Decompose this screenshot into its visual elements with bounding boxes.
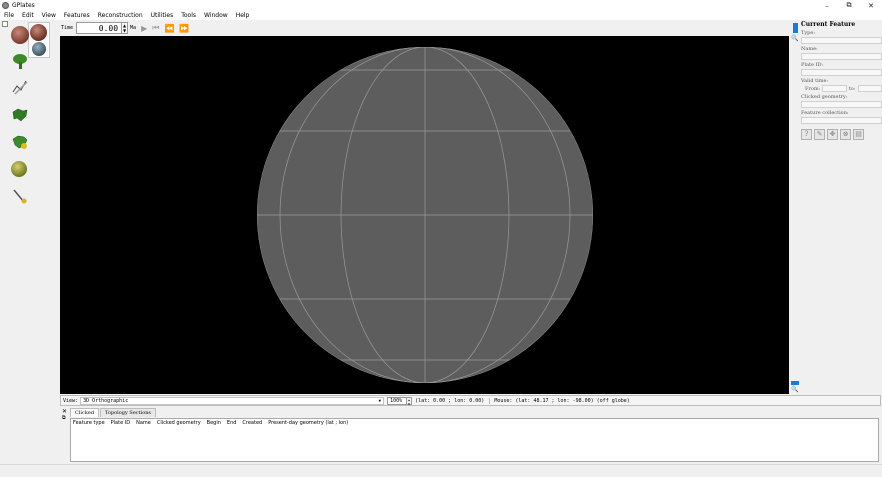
mouse-coords: Mouse: (lat: 48.17 ; lon: -98.00) (off g…: [489, 397, 630, 404]
window-controls: – ⧉ ✕: [816, 0, 882, 11]
time-unit-label: Ma: [130, 25, 137, 31]
green-tree-icon[interactable]: [11, 52, 29, 70]
play-button[interactable]: ▶: [141, 24, 147, 33]
from-label: From:: [805, 85, 821, 92]
current-feature-title: Current Feature: [801, 21, 856, 28]
title-bar: GPlates – ⧉ ✕: [0, 0, 882, 11]
delete-feature-icon[interactable]: ▤: [853, 129, 864, 140]
close-button[interactable]: ✕: [860, 0, 882, 11]
col-begin[interactable]: Begin: [207, 420, 227, 426]
toolbar-float-icon[interactable]: [2, 21, 8, 27]
float-icon[interactable]: ⧉: [62, 415, 66, 421]
step-back-button[interactable]: ⏪: [164, 24, 174, 33]
globe-canvas[interactable]: [60, 36, 789, 394]
col-created[interactable]: Created: [242, 420, 268, 426]
minimize-button[interactable]: –: [816, 0, 838, 11]
menu-bar: File Edit View Features Reconstruction U…: [0, 11, 882, 20]
plate-id-label: Plate ID:: [801, 62, 824, 68]
name-label: Name:: [801, 46, 818, 52]
green-continent-arrow-icon[interactable]: [11, 133, 29, 151]
right-dock: 🔍 🔍 Current Feature Type: Name: Plate ID…: [791, 20, 882, 394]
pencil-line-icon[interactable]: [11, 78, 29, 96]
valid-time-label: Valid time:: [801, 78, 829, 84]
clicked-geometry-field: [801, 101, 882, 108]
edit-feature-icon[interactable]: ✎: [814, 129, 825, 140]
close-icon[interactable]: ✕: [62, 408, 67, 415]
to-label: to:: [848, 85, 856, 92]
globe-svg: [257, 47, 593, 383]
projection-select[interactable]: 3D Orthographic ▼: [80, 396, 385, 405]
feature-collection-label: Feature collection:: [801, 110, 849, 116]
feature-action-buttons: ? ✎ ✥ ⊗ ▤: [801, 129, 882, 140]
feature-collection-field: [801, 117, 882, 124]
app-icon: [2, 2, 9, 9]
menu-view[interactable]: View: [38, 11, 60, 20]
current-feature-panel: Current Feature Type: Name: Plate ID: Va…: [801, 20, 882, 150]
main-status-bar: [0, 464, 882, 477]
zoom-slider-handle[interactable]: [793, 23, 798, 33]
delete-vertex-icon[interactable]: ⊗: [840, 129, 851, 140]
view-status-bar: View: 3D Orthographic ▼ 100% ▲ ▼ (lat: 0.…: [60, 395, 881, 406]
time-input[interactable]: 0.00: [76, 22, 123, 34]
globe-lens-icon[interactable]: [32, 42, 46, 56]
zoom-spinner[interactable]: ▲ ▼: [407, 396, 413, 406]
red-globe-icon[interactable]: [11, 26, 29, 44]
menu-features[interactable]: Features: [60, 11, 94, 20]
reconstruction-time-toolbar: Time 0.00 ▲ ▼ Ma ▶ ⏮ ⏪ ⏩: [58, 20, 791, 36]
canvas-tools-toolbar: [0, 20, 58, 464]
col-present-day-geometry[interactable]: Present-day geometry (lat ; lon): [268, 420, 354, 426]
col-end[interactable]: End: [227, 420, 243, 426]
red-globe-zoom-icon[interactable]: [30, 24, 47, 41]
green-continent-icon[interactable]: [11, 106, 29, 124]
to-field: [857, 85, 882, 92]
col-feature-type[interactable]: Feature type: [73, 420, 111, 426]
menu-edit[interactable]: Edit: [18, 11, 38, 20]
menu-window[interactable]: Window: [200, 11, 232, 20]
type-field: [801, 37, 882, 44]
chevron-down-icon[interactable]: ▼: [379, 398, 381, 403]
clicked-features-table[interactable]: Feature type Plate ID Name Clicked geome…: [70, 418, 879, 462]
valid-time-row: From: to:: [801, 85, 882, 92]
menu-help[interactable]: Help: [232, 11, 254, 20]
col-plate-id[interactable]: Plate ID: [111, 420, 136, 426]
menu-utilities[interactable]: Utilities: [147, 11, 178, 20]
projection-value: 3D Orthographic: [83, 397, 129, 404]
camera-coords: (lat: 0.00 ; lon: 0.00): [415, 397, 485, 404]
graticule-lines: [257, 47, 593, 383]
col-name[interactable]: Name: [136, 420, 157, 426]
spin-down-icon[interactable]: ▼: [122, 28, 127, 33]
zoom-slider-bottom[interactable]: [791, 381, 799, 385]
yellow-globe-icon[interactable]: [11, 161, 27, 177]
from-field: [822, 85, 847, 92]
tab-topology-sections[interactable]: Topology Sections: [100, 408, 156, 417]
col-clicked-geometry[interactable]: Clicked geometry: [157, 420, 207, 426]
results-tabs: Clicked Topology Sections: [70, 408, 157, 417]
menu-tools[interactable]: Tools: [177, 11, 200, 20]
pen-nib-icon[interactable]: [11, 187, 29, 205]
view-label: View:: [63, 397, 79, 404]
menu-file[interactable]: File: [0, 11, 18, 20]
zoom-in-icon[interactable]: 🔍: [791, 35, 798, 42]
search-results-dock: ✕ ⧉ Clicked Topology Sections Feature ty…: [60, 407, 881, 464]
tab-clicked[interactable]: Clicked: [70, 408, 100, 417]
type-label: Type:: [801, 30, 816, 36]
menu-reconstruction[interactable]: Reconstruction: [94, 11, 147, 20]
plate-id-field: [801, 69, 882, 76]
step-forward-button[interactable]: ⏩: [179, 24, 189, 33]
move-vertex-icon[interactable]: ✥: [827, 129, 838, 140]
window-title: GPlates: [12, 2, 35, 9]
time-spinner[interactable]: ▲ ▼: [122, 22, 129, 34]
query-feature-icon[interactable]: ?: [801, 129, 812, 140]
table-header: Feature type Plate ID Name Clicked geome…: [71, 419, 878, 427]
clicked-geometry-label: Clicked geometry:: [801, 94, 848, 100]
zoom-percent-input[interactable]: 100%: [387, 396, 408, 405]
zoom-out-icon[interactable]: 🔍: [791, 386, 798, 393]
maximize-button[interactable]: ⧉: [838, 0, 860, 11]
time-label: Time: [61, 25, 74, 31]
reset-to-present-button[interactable]: ⏮: [152, 23, 159, 33]
name-field: [801, 53, 882, 60]
